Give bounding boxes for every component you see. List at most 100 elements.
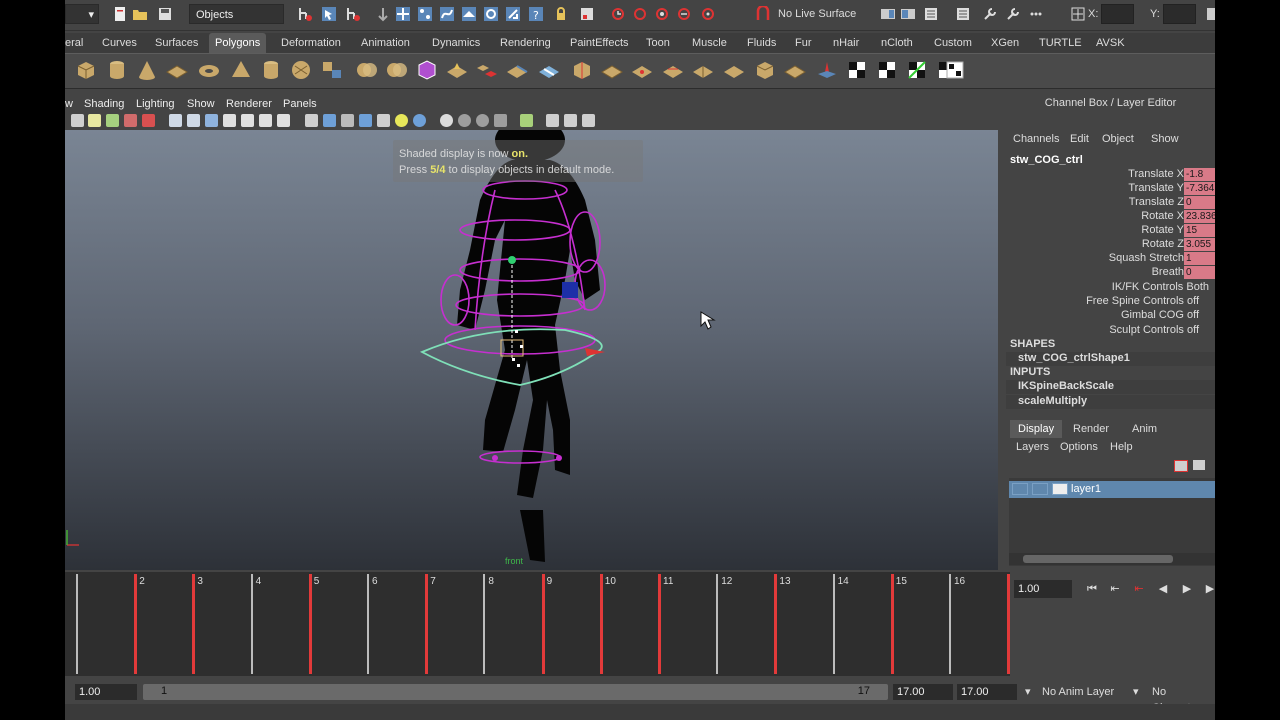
attr-row-squash-stretch[interactable]: Squash Stretch 1 (1006, 252, 1215, 266)
y-field[interactable] (1163, 4, 1196, 24)
append-polygon-icon[interactable] (505, 58, 529, 82)
uv-checker-b-icon[interactable] (875, 58, 899, 82)
frame-tick[interactable] (250, 574, 253, 674)
shelf-tab-rendering[interactable]: Rendering (494, 33, 557, 53)
new-layer-icon[interactable] (1174, 460, 1188, 472)
shelf-tab-toon[interactable]: Toon (640, 33, 676, 53)
panel-menu-lighting[interactable]: Lighting (136, 98, 175, 110)
attr-row-rotate-x[interactable]: Rotate X 23.836 (1006, 210, 1215, 224)
layer-type-toggle[interactable] (1032, 483, 1048, 495)
shelf-tab-custom[interactable]: Custom (928, 33, 978, 53)
keyframe-tick[interactable] (541, 574, 545, 674)
layer-menu-layers[interactable]: Layers (1016, 441, 1049, 453)
uv-checker-c-icon[interactable] (905, 58, 929, 82)
layer-tab-display[interactable]: Display (1010, 420, 1063, 438)
play-forwards-icon[interactable]: ▶ (1180, 582, 1194, 596)
start-time-field[interactable]: 1.00 (75, 684, 137, 700)
new-layer-selected-icon[interactable] (1193, 460, 1205, 470)
keyframe-tick[interactable] (134, 574, 138, 674)
select-component-icon[interactable] (345, 6, 361, 22)
bookmarks-icon[interactable] (106, 114, 119, 127)
xray-joints-icon[interactable] (564, 114, 577, 127)
poly-pyramid-icon[interactable] (229, 58, 253, 82)
textured-icon[interactable] (359, 114, 372, 127)
select-object-icon[interactable] (321, 6, 337, 22)
save-scene-icon[interactable] (157, 6, 173, 22)
layer-menu-options[interactable]: Options (1060, 441, 1098, 453)
shelf-tab-fur[interactable]: Fur (789, 33, 818, 53)
attr-enum-value[interactable]: off (1187, 324, 1199, 336)
attr-value-field[interactable]: -7.364 (1184, 182, 1215, 195)
shelf-tab-deformation[interactable]: Deformation (275, 33, 347, 53)
anim-layer-dropdown[interactable]: No Anim Layer (1042, 684, 1114, 700)
layer-name[interactable]: layer1 (1071, 483, 1101, 495)
help-icon[interactable]: ? (528, 6, 544, 22)
shape-node-item[interactable]: stw_COG_ctrlShape1 (1006, 352, 1215, 366)
shelf-tab-polygons[interactable]: Polygons (209, 33, 267, 53)
attr-row-free-spine[interactable]: Free Spine Controls off (1006, 295, 1215, 309)
uv-checker-a-icon[interactable] (845, 58, 869, 82)
wedge-icon[interactable] (661, 58, 685, 82)
keyframe-tick[interactable] (890, 574, 894, 674)
wrench-icon[interactable] (982, 6, 998, 22)
options-icon[interactable] (1028, 6, 1044, 22)
step-back-frame-icon[interactable]: ⇤ (1108, 582, 1122, 596)
shelf-tab-general[interactable]: eral (65, 33, 89, 53)
smooth-icon[interactable] (415, 58, 439, 82)
tool-settings-icon[interactable] (923, 6, 939, 22)
select-camera-icon[interactable] (71, 114, 84, 127)
sculpt-geometry-icon[interactable] (815, 58, 839, 82)
open-scene-icon[interactable] (132, 6, 148, 22)
anim-layer-arrow-icon[interactable]: ▾ (1025, 684, 1031, 700)
snap-point-icon[interactable] (439, 6, 455, 22)
select-mode-dropdown[interactable]: Objects (189, 4, 284, 24)
play-backwards-icon[interactable]: ◀ (1156, 582, 1170, 596)
input-node-item[interactable]: IKSpineBackScale (1006, 380, 1215, 394)
smooth-shade-icon[interactable] (323, 114, 336, 127)
shelf-tab-painteffects[interactable]: PaintEffects (564, 33, 635, 53)
keyframe-tick[interactable] (308, 574, 312, 674)
shelf-tab-nhair[interactable]: nHair (827, 33, 865, 53)
gate-mask-icon[interactable] (223, 114, 236, 127)
attr-enum-value[interactable]: off (1187, 309, 1199, 321)
poly-pipe-icon[interactable] (259, 58, 283, 82)
shadows-icon[interactable] (413, 114, 426, 127)
ipr-render-icon[interactable] (654, 6, 670, 22)
snap-magnet-icon[interactable] (505, 6, 521, 22)
two-d-pan-icon[interactable] (142, 114, 155, 127)
command-line[interactable] (65, 704, 1215, 720)
layer-tab-anim[interactable]: Anim (1124, 420, 1165, 438)
lock-icon[interactable] (553, 6, 569, 22)
combine-icon[interactable] (320, 58, 344, 82)
range-slider[interactable]: 1 17 (143, 684, 888, 700)
collapse-icon[interactable] (783, 58, 807, 82)
history-icon[interactable] (610, 6, 626, 22)
snap-menu-icon[interactable] (375, 6, 391, 22)
attr-row-rotate-z[interactable]: Rotate Z 3.055 (1006, 238, 1215, 252)
safe-action-icon[interactable] (259, 114, 272, 127)
attr-row-breath[interactable]: Breath 0 (1006, 266, 1215, 280)
frame-tick[interactable] (76, 574, 78, 674)
safe-title-icon[interactable] (277, 114, 290, 127)
new-scene-icon[interactable] (112, 6, 128, 22)
snap-grid-icon[interactable] (395, 6, 411, 22)
xray-active-icon[interactable] (582, 114, 595, 127)
wireframe-icon[interactable] (305, 114, 318, 127)
current-frame-field[interactable]: 1.00 (1014, 580, 1072, 598)
keyframe-tick[interactable] (599, 574, 603, 674)
keyframe-tick[interactable] (425, 574, 429, 674)
attr-value-field[interactable]: 15 (1184, 224, 1215, 237)
layer-scrollbar[interactable] (1009, 553, 1215, 565)
shelf-tab-fluids[interactable]: Fluids (741, 33, 782, 53)
frame-tick[interactable] (716, 574, 719, 674)
frame-tick[interactable] (949, 574, 951, 674)
wireframe-on-shaded-icon[interactable] (341, 114, 354, 127)
snap-curve-icon[interactable] (417, 6, 433, 22)
isolate-select-icon[interactable] (520, 114, 533, 127)
grid-toggle-icon[interactable] (169, 114, 182, 127)
poly-soccer-icon[interactable] (289, 58, 313, 82)
x-field[interactable] (1101, 4, 1134, 24)
attr-row-gimbal-cog[interactable]: Gimbal COG off (1006, 309, 1215, 323)
default-light-icon[interactable] (395, 114, 408, 127)
use-lights-icon[interactable] (377, 114, 390, 127)
